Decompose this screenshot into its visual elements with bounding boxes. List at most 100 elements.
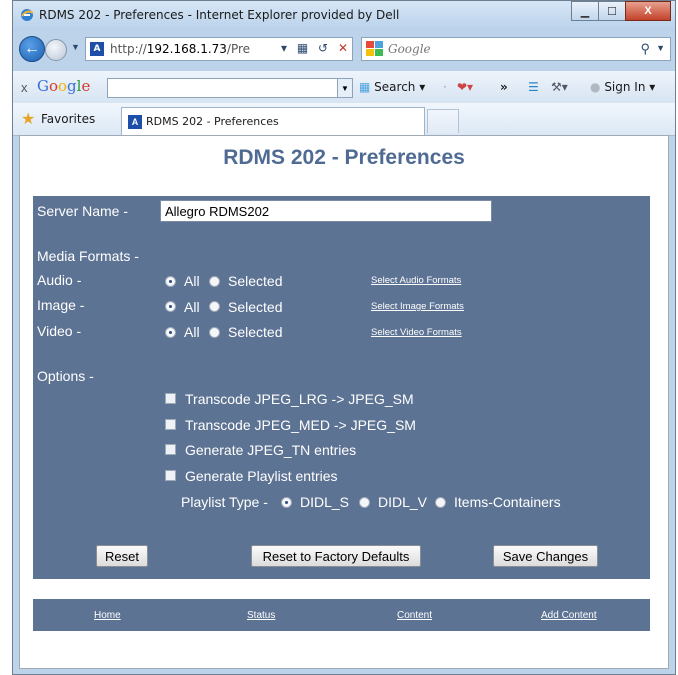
select-image-formats-link[interactable]: Select Image Formats — [371, 301, 464, 312]
signin-label: Sign In — [604, 80, 646, 94]
reset-factory-defaults-button[interactable]: Reset to Factory Defaults — [251, 545, 421, 567]
page-content: RDMS 202 - Preferences Server Name - All… — [19, 135, 669, 669]
transcode-med-label: Transcode JPEG_MED -> JPEG_SM — [185, 417, 416, 433]
window-controls: ▁ ☐ X — [571, 1, 671, 23]
footer-link-home[interactable]: Home — [94, 610, 121, 621]
select-video-formats-link[interactable]: Select Video Formats — [371, 327, 462, 338]
generate-jpeg-tn-checkbox[interactable] — [165, 444, 176, 455]
title-bar[interactable]: RDMS 202 - Preferences - Internet Explor… — [13, 1, 675, 31]
image-selected-label: Selected — [228, 299, 283, 315]
footer-nav: Home Status Content Add Content — [33, 599, 650, 631]
favorites-button[interactable]: Favorites — [41, 112, 95, 126]
save-changes-button[interactable]: Save Changes — [493, 545, 598, 567]
video-selected-radio[interactable] — [209, 327, 220, 338]
generate-playlist-label: Generate Playlist entries — [185, 468, 338, 484]
forward-button[interactable] — [45, 39, 67, 61]
address-prefix: http:// — [110, 42, 147, 56]
arrow-left-icon: ← — [24, 40, 40, 57]
page-icon: A — [128, 115, 142, 129]
preferences-panel: Server Name - Allegro RDMS202 Media Form… — [33, 196, 650, 579]
playlist-didl-v-radio[interactable] — [359, 497, 370, 508]
back-button[interactable]: ← — [19, 36, 45, 62]
toolbar-separator: · — [443, 80, 447, 94]
playlist-items-containers-label: Items-Containers — [454, 494, 561, 510]
image-selected-radio[interactable] — [209, 301, 220, 312]
video-label: Video - — [37, 323, 82, 339]
audio-selected-radio[interactable] — [209, 276, 220, 287]
google-logo[interactable]: Google — [37, 77, 90, 95]
signin-icon: ● — [590, 80, 601, 94]
wifi-icon[interactable]: ☰ — [528, 80, 539, 94]
playlist-items-containers-radio[interactable] — [435, 497, 446, 508]
signin-button[interactable]: ● Sign In ▾ — [590, 80, 655, 94]
stop-icon[interactable]: ✕ — [338, 41, 348, 55]
transcode-lrg-checkbox[interactable] — [165, 393, 176, 404]
address-tools[interactable]: ▾ ▦ ↺ ✕ — [281, 41, 348, 55]
refresh-icon[interactable]: ↺ — [318, 41, 328, 55]
search-placeholder: Google — [388, 42, 431, 56]
image-all-radio[interactable] — [165, 301, 176, 312]
toolbar-search-input[interactable]: ▼ — [107, 78, 353, 98]
minimize-button[interactable]: ▁ — [571, 1, 599, 21]
transcode-lrg-label: Transcode JPEG_LRG -> JPEG_SM — [185, 391, 414, 407]
server-name-input[interactable]: Allegro RDMS202 — [160, 200, 492, 222]
tab-label: RDMS 202 - Preferences — [146, 115, 279, 128]
media-formats-label: Media Formats - — [37, 248, 139, 264]
video-selected-label: Selected — [228, 324, 283, 340]
playlist-didl-s-radio[interactable] — [281, 497, 292, 508]
audio-label: Audio - — [37, 272, 82, 288]
page-icon: A — [90, 42, 104, 56]
google-icon: ▦ — [359, 80, 371, 94]
wrench-icon[interactable]: ⚒▾ — [551, 80, 568, 94]
audio-all-radio[interactable] — [165, 276, 176, 287]
video-all-radio[interactable] — [165, 327, 176, 338]
toolbar-search-label: Search — [374, 80, 416, 94]
playlist-didl-v-label: DIDL_V — [378, 494, 428, 510]
reset-button[interactable]: Reset — [96, 545, 148, 567]
maximize-button[interactable]: ☐ — [598, 1, 626, 21]
address-url[interactable]: http://192.168.1.73/Pre — [110, 42, 260, 56]
select-audio-formats-link[interactable]: Select Audio Formats — [371, 275, 461, 286]
tab-rdms-preferences[interactable]: A RDMS 202 - Preferences — [121, 107, 425, 135]
history-dropdown-icon[interactable]: ▼ — [71, 42, 80, 52]
search-box[interactable]: Google ⚲ ▼ — [361, 37, 671, 61]
transcode-med-checkbox[interactable] — [165, 419, 176, 430]
favorites-bar: ★ Favorites A RDMS 202 - Preferences — [13, 103, 675, 136]
address-suffix: /Pre — [226, 42, 251, 56]
playlist-type-label: Playlist Type - — [181, 494, 268, 510]
bookmark-icon[interactable]: ❤▾ — [457, 80, 473, 94]
search-dropdown-icon[interactable]: ▼ — [656, 43, 665, 53]
footer-link-add-content[interactable]: Add Content — [541, 610, 597, 621]
image-all-label: All — [184, 299, 200, 315]
internet-explorer-icon — [21, 9, 34, 21]
options-label: Options - — [37, 368, 94, 384]
video-all-label: All — [184, 324, 200, 340]
star-icon[interactable]: ★ — [21, 109, 35, 129]
toolbar-search-button[interactable]: ▦ Search ▾ — [359, 80, 425, 94]
more-chevron-icon[interactable]: » — [500, 80, 508, 94]
page-title: RDMS 202 - Preferences — [223, 146, 465, 169]
navigation-bar: ← ▼ A http://192.168.1.73/Pre ▾ ▦ ↺ ✕ Go… — [13, 31, 675, 69]
new-tab-button[interactable] — [427, 109, 459, 133]
image-label: Image - — [37, 297, 85, 313]
address-host: 192.168.1.73 — [146, 42, 227, 56]
google-toolbar: x Google ▼ ▦ Search ▾ · ❤▾ » ☰ ⚒▾ ● Sign… — [13, 71, 675, 104]
address-bar[interactable]: A http://192.168.1.73/Pre ▾ ▦ ↺ ✕ — [85, 37, 353, 61]
generate-jpeg-tn-label: Generate JPEG_TN entries — [185, 442, 357, 458]
google-icon — [366, 41, 383, 56]
server-name-label: Server Name - — [37, 203, 129, 219]
audio-selected-label: Selected — [228, 273, 283, 289]
generate-playlist-checkbox[interactable] — [165, 470, 176, 481]
footer-link-content[interactable]: Content — [397, 610, 432, 621]
toolbar-close-icon[interactable]: x — [21, 80, 28, 95]
compatibility-icon[interactable]: ▦ — [297, 41, 308, 55]
search-icon[interactable]: ⚲ — [640, 41, 650, 57]
playlist-didl-s-label: DIDL_S — [300, 494, 350, 510]
dropdown-icon[interactable]: ▾ — [281, 41, 287, 55]
close-button[interactable]: X — [625, 1, 671, 21]
chevron-down-icon[interactable]: ▼ — [337, 79, 352, 97]
browser-window: RDMS 202 - Preferences - Internet Explor… — [12, 0, 676, 675]
footer-link-status[interactable]: Status — [247, 610, 275, 621]
window-title: RDMS 202 - Preferences - Internet Explor… — [39, 8, 400, 22]
audio-all-label: All — [184, 273, 200, 289]
